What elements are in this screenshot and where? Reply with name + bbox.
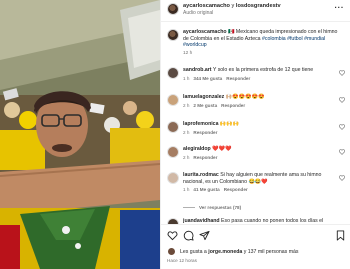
bookmark-icon[interactable]: [335, 230, 346, 241]
likes-summary[interactable]: Les gusta a jorge.moneda y 137 mil perso…: [167, 247, 299, 256]
caption-username[interactable]: aycarloscamacho: [183, 29, 227, 35]
coauthor-username[interactable]: losdosgrandestv: [236, 3, 281, 9]
comment-text: ❤️❤️❤️: [210, 146, 232, 152]
like-heart-icon[interactable]: [167, 230, 178, 241]
reply-button[interactable]: Responder: [193, 130, 217, 135]
heart-icon[interactable]: [339, 124, 345, 130]
heart-icon[interactable]: [339, 149, 345, 155]
author-username[interactable]: aycarloscamacho: [183, 3, 230, 9]
comment-time: 1 h: [183, 75, 190, 81]
comment-username[interactable]: lamuelagonzalez: [183, 94, 224, 100]
action-bar: [167, 230, 347, 242]
commenter-avatar[interactable]: [167, 146, 179, 158]
author-avatar[interactable]: [167, 3, 179, 15]
view-replies-button[interactable]: Ver respuestas (78): [183, 205, 241, 210]
comment-time: 2 h: [183, 154, 190, 160]
comment-row: laurita.rodmac Si hay alguien que realme…: [167, 172, 347, 192]
commenter-avatar[interactable]: [167, 67, 179, 79]
video-frame: [0, 0, 160, 269]
comment-time: 1 h: [183, 187, 190, 193]
liked-by-username[interactable]: jorge.moneda: [208, 249, 242, 255]
audio-label[interactable]: Audio original: [183, 10, 281, 17]
comment-row: sandrob.art Y solo es la primera estrofa…: [167, 67, 347, 81]
caption-time: 12 h: [183, 50, 193, 56]
comments-list[interactable]: aycarloscamacho 🇲🇽 Mexicano queda impres…: [161, 25, 350, 225]
likes-prefix: Les gusta a: [180, 248, 209, 255]
comment-text: 🙌🏼😍😍😍😍😍: [224, 94, 265, 100]
comment-username[interactable]: alegiraldop: [183, 146, 211, 152]
liker-avatar: [167, 247, 176, 256]
comment-text: Y solo es la primera estrofa de 12 que t…: [211, 67, 314, 73]
heart-icon[interactable]: [339, 175, 345, 181]
commenter-avatar[interactable]: [167, 121, 179, 133]
author-connector: y: [231, 3, 235, 9]
comment-likes[interactable]: 344 Me gusta: [193, 76, 222, 81]
reply-button[interactable]: Responder: [224, 187, 248, 192]
heart-icon[interactable]: [339, 97, 345, 103]
post-caption: aycarloscamacho 🇲🇽 Mexicano queda impres…: [167, 29, 343, 56]
post-video[interactable]: [0, 0, 160, 269]
more-horizontal-icon[interactable]: ···: [335, 4, 345, 12]
caption-avatar[interactable]: [167, 29, 179, 41]
comment-time: 2 h: [183, 102, 190, 108]
comment-likes[interactable]: 41 Me gusta: [193, 187, 219, 192]
comment-username[interactable]: laprofemonica: [183, 121, 218, 127]
reply-button[interactable]: Responder: [226, 76, 250, 81]
reply-button[interactable]: Responder: [221, 103, 245, 108]
comment-likes[interactable]: 2 Me gusta: [193, 103, 217, 108]
post-time: Hace 12 horas: [167, 258, 197, 263]
commenter-avatar[interactable]: [167, 94, 179, 106]
reply-button[interactable]: Responder: [193, 155, 217, 160]
comment-row: alegiraldop ❤️❤️❤️ 2 h Responder: [167, 146, 347, 160]
post-header: aycarloscamacho y losdosgrandestv Audio …: [161, 0, 350, 22]
comment-time: 2 h: [183, 129, 190, 135]
post-footer: Les gusta a jorge.moneda y 137 mil perso…: [161, 224, 350, 269]
comment-icon[interactable]: [183, 230, 194, 241]
comment-text: 🙌🙌🙌: [218, 121, 240, 127]
commenter-avatar[interactable]: [167, 172, 179, 184]
replies-divider: [183, 207, 195, 209]
comment-username[interactable]: sandrob.art: [183, 67, 212, 73]
heart-icon[interactable]: [339, 70, 345, 76]
post-panel: aycarloscamacho y losdosgrandestv Audio …: [160, 0, 350, 269]
comment-username[interactable]: laurita.rodmac: [183, 172, 219, 178]
comment-row: laprofemonica 🙌🙌🙌 2 h Responder: [167, 121, 347, 135]
comment-row: lamuelagonzalez 🙌🏼😍😍😍😍😍 2 h2 Me gusta Res…: [167, 94, 347, 108]
share-icon[interactable]: [199, 230, 210, 241]
likes-suffix[interactable]: y 137 mil personas más: [242, 249, 299, 255]
post-authors: aycarloscamacho y losdosgrandestv: [183, 3, 281, 10]
view-replies-label: Ver respuestas (78): [199, 205, 242, 210]
